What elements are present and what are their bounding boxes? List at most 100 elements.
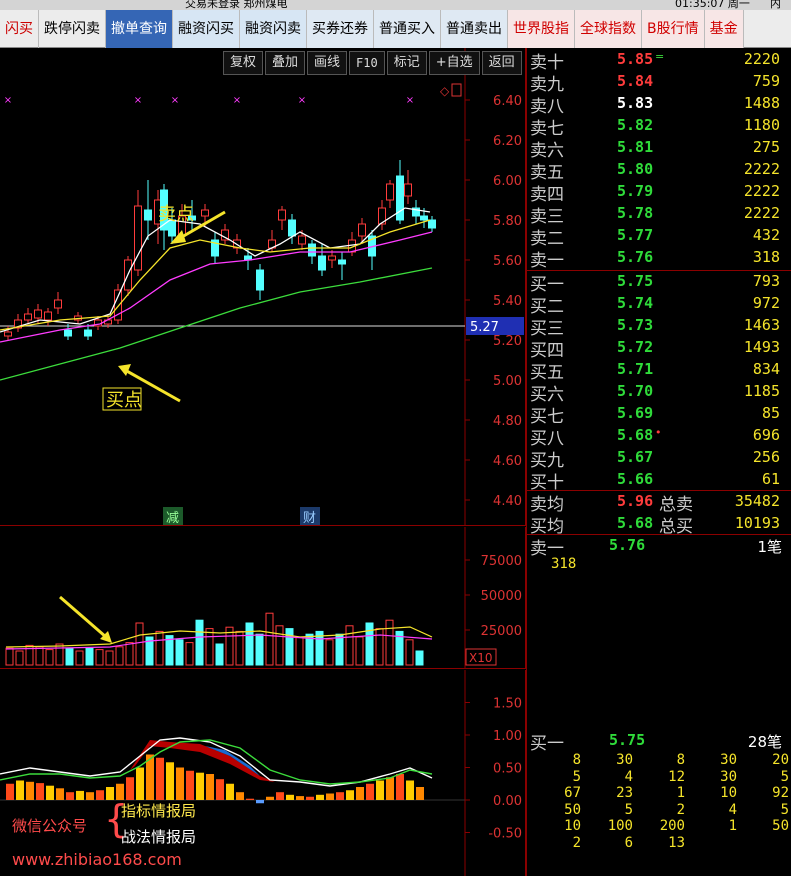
vol-bar-13 (135, 622, 144, 666)
queue1-header[interactable]: 卖一 5.76 1笔 (527, 536, 791, 559)
toolbar-button-3[interactable]: 融资闪买 (173, 10, 240, 48)
queue2-cell: 5 (572, 768, 581, 785)
event-mark-3: × (233, 95, 241, 106)
macd-bar-22 (226, 783, 234, 800)
candle-body-35 (358, 223, 366, 237)
ask-row-2[interactable]: 卖八 5.83 1488 (527, 94, 791, 117)
vol-bar-19 (195, 619, 204, 666)
queue2-cell: 20 (772, 752, 789, 768)
queue2-cell: 50 (772, 818, 789, 834)
chart-tool-6[interactable]: 返回 (481, 51, 522, 75)
vol-arrow (59, 595, 107, 639)
ask-row-9[interactable]: 卖一 5.76 318 (527, 248, 791, 271)
ask-price: 5.80 (617, 160, 654, 178)
bid-price: 5.75 (617, 272, 654, 290)
vol-tick-1: 50000 (481, 589, 522, 604)
ask-row-4[interactable]: 卖六 5.81 275 (527, 138, 791, 161)
ask-row-8[interactable]: 卖二 5.77 432 (527, 226, 791, 249)
chart-tool-1[interactable]: 叠加 (265, 51, 306, 75)
ask-volume: 275 (752, 138, 780, 156)
bid-row-0[interactable]: 买一 5.75 793 (527, 272, 791, 295)
queue2-cell: 12 (668, 768, 685, 785)
jian-mark: 减 (166, 511, 179, 526)
chart-toolbar: 复权 叠加 画线 F10 标记 +自选 返回 (223, 51, 524, 75)
bid-row-5[interactable]: 买六 5.70 1185 (527, 382, 791, 405)
queue2-cell: 92 (772, 785, 789, 801)
candle-body-25 (256, 269, 264, 291)
ask-volume: 2222 (743, 204, 780, 222)
chart-tool-0[interactable]: 复权 (223, 51, 264, 75)
chart-tool-5[interactable]: +自选 (428, 51, 480, 75)
ask-row-3[interactable]: 卖七 5.82 1180 (527, 116, 791, 139)
price-tick-0: 6.40 (493, 94, 522, 109)
ask-row-5[interactable]: 卖五 5.80 2222 (527, 160, 791, 183)
toolbar-button-1[interactable]: 跌停闪卖 (39, 10, 106, 48)
macd-bar-28 (286, 794, 294, 800)
bid-price: 5.67 (617, 448, 654, 466)
queue2-cell: 8 (676, 752, 685, 768)
queue2-header[interactable]: 买一 5.75 28笔 (527, 731, 791, 754)
bid-row-1[interactable]: 买二 5.74 972 (527, 294, 791, 317)
queue2-cell: 2 (572, 834, 581, 851)
toolbar-button-5[interactable]: 买券还券 (307, 10, 374, 48)
chart-tool-2[interactable]: 画线 (307, 51, 348, 75)
queue2-cell: 1 (676, 785, 685, 801)
macd-tick-1: 1.00 (493, 729, 522, 744)
queue2-cell: 50 (564, 801, 581, 818)
macd-chart-panel: 1.50 1.00 0.50 0.00 -0.50 (0, 670, 526, 876)
queue2-cell: 8 (572, 752, 581, 768)
queue2-cell: 30 (616, 752, 633, 768)
chart-tool-3[interactable]: F10 (349, 51, 385, 75)
toolbar-button-9[interactable]: 全球指数 (575, 10, 642, 48)
event-mark-5: × (406, 95, 414, 106)
avg-sell: 卖均 5.96 总卖 35482 (527, 492, 791, 515)
bid-row-2[interactable]: 买三 5.73 1463 (527, 316, 791, 339)
vol-bar-20 (205, 628, 214, 666)
order-book-divider-3 (527, 534, 791, 535)
ask-row-6[interactable]: 卖四 5.79 2222 (527, 182, 791, 205)
ask-price: 5.78 (617, 204, 654, 222)
toolbar-button-10[interactable]: B股行情 (642, 10, 705, 48)
vol-bar-40 (405, 639, 414, 666)
bid-row-4[interactable]: 买五 5.71 834 (527, 360, 791, 383)
macd-bar-2 (26, 781, 34, 800)
chart-tool-4[interactable]: 标记 (386, 51, 427, 75)
toolbar-button-4[interactable]: 融资闪卖 (240, 10, 307, 48)
bid-row-6[interactable]: 买七 5.69 85 (527, 404, 791, 427)
event-mark-1: × (134, 95, 142, 106)
vol-bar-3 (35, 646, 44, 666)
toolbar-button-11[interactable]: 基金 (704, 10, 744, 48)
bid-row-7[interactable]: 买八 5.68 • 696 (527, 426, 791, 449)
bid-row-3[interactable]: 买四 5.72 1493 (527, 338, 791, 361)
ask-row-7[interactable]: 卖三 5.78 2222 (527, 204, 791, 227)
bid-volume: 834 (752, 360, 780, 378)
toolbar-button-8[interactable]: 世界股指 (508, 10, 575, 48)
toolbar-button-0[interactable]: 闪买 (0, 10, 39, 48)
bid-row-8[interactable]: 买九 5.67 256 (527, 448, 791, 471)
volume-chart-panel: 75000 50000 25000 X10 (0, 527, 526, 669)
volume-chart[interactable]: 75000 50000 25000 X10 (0, 527, 526, 669)
candle-body-14 (144, 209, 152, 221)
toolbar-button-7[interactable]: 普通卖出 (441, 10, 508, 48)
macd-bar-27 (276, 792, 284, 800)
ask-row-1[interactable]: 卖九 5.84 759 (527, 72, 791, 95)
vol-bar-8 (85, 647, 94, 666)
ask-price: 5.84 (617, 72, 654, 90)
candle-body-33 (338, 259, 346, 265)
bid-price: 5.66 (617, 470, 654, 488)
macd-tick-3: 0.00 (493, 794, 522, 809)
ask-row-0[interactable]: 卖十 5.85 = 2220 (527, 50, 791, 73)
vol-bar-0 (5, 647, 14, 666)
candle-body-28 (288, 219, 296, 237)
bid-row-9[interactable]: 买十 5.66 61 (527, 470, 791, 493)
ask-volume: 2220 (743, 50, 780, 68)
toolbar-button-2[interactable]: 撤单查询 (106, 10, 173, 48)
candle-body-32 (328, 255, 336, 261)
ask-price: 5.79 (617, 182, 654, 200)
price-chart[interactable]: 6.40 6.20 6.00 5.80 5.60 5.40 5.20 5.00 4.80 4.60… (0, 48, 526, 526)
macd-bar-17 (176, 767, 184, 800)
macd-chart[interactable]: 1.50 1.00 0.50 0.00 -0.50 (0, 670, 526, 876)
macd-bar-3 (36, 783, 44, 800)
queue2-cell: 23 (616, 785, 633, 801)
toolbar-button-6[interactable]: 普通买入 (374, 10, 441, 48)
